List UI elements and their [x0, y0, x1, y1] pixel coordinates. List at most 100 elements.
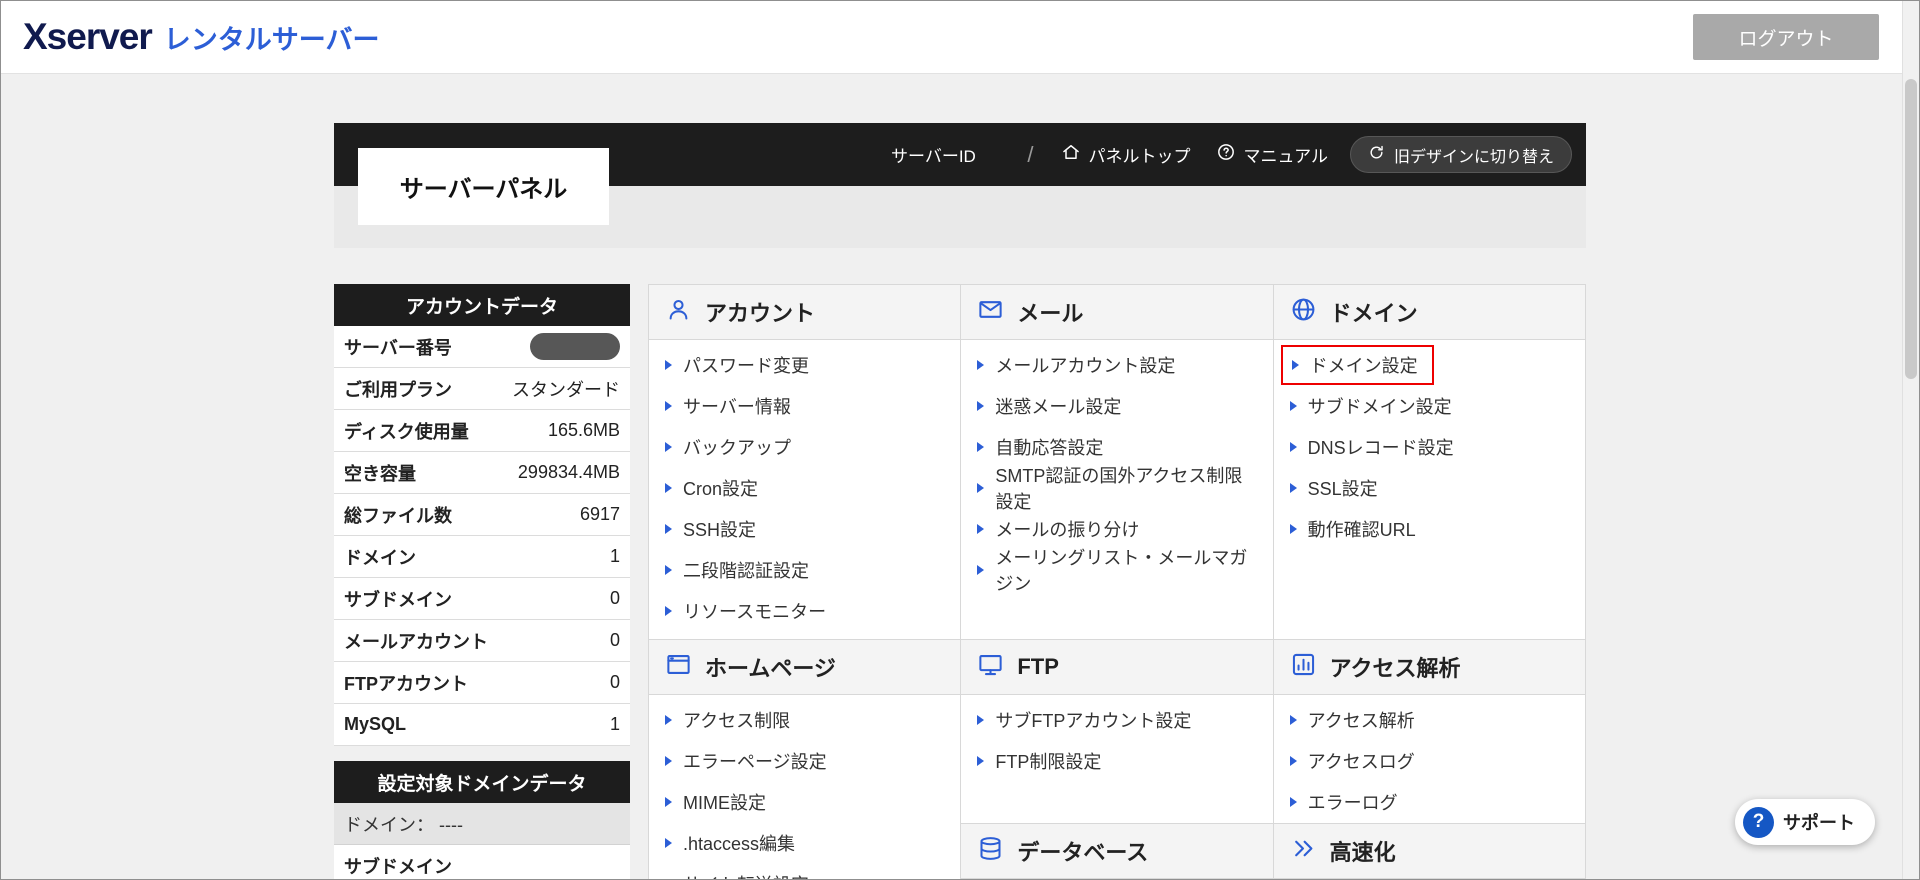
panel-title: サーバーパネル	[358, 148, 609, 225]
database-icon	[977, 835, 1004, 868]
support-button[interactable]: ? サポート	[1735, 799, 1875, 845]
item-arrow-icon	[665, 606, 672, 616]
menu-item-sub-ftp-account[interactable]: サブFTPアカウント設定	[977, 699, 1256, 740]
menu-item-mail-account[interactable]: メールアカウント設定	[977, 344, 1256, 385]
section-speed-title: 高速化	[1330, 835, 1396, 867]
menu-item-access-analysis[interactable]: アクセス解析	[1290, 699, 1569, 740]
server-id-label: サーバーID	[891, 142, 976, 167]
sidebar-row-free-space: 空き容量 299834.4MB	[334, 452, 630, 494]
menu-item-ssh[interactable]: SSH設定	[665, 508, 944, 549]
sidebar-row-ftp-account: FTPアカウント 0	[334, 662, 630, 704]
item-arrow-icon	[1290, 756, 1297, 766]
menu-column-1: アカウント パスワード変更 サーバー情報 バックアップ Cron設定 SSH設定…	[648, 284, 961, 880]
section-mail-title: メール	[1017, 296, 1083, 328]
panel-header-bar: サーバーパネル サーバーID / パネルトップ	[334, 123, 1586, 186]
monitor-icon	[977, 651, 1004, 684]
sidebar-row-mysql: MySQL 1	[334, 704, 630, 746]
speed-icon	[1290, 835, 1317, 868]
menu-item-htaccess[interactable]: .htaccess編集	[665, 822, 944, 863]
logout-button[interactable]: ログアウト	[1693, 14, 1879, 60]
mail-icon	[977, 296, 1004, 329]
scrollbar-thumb[interactable]	[1905, 79, 1917, 379]
sidebar-row-file-count: 総ファイル数 6917	[334, 494, 630, 536]
bar-chart-icon	[1290, 651, 1317, 684]
menu-item-password-change[interactable]: パスワード変更	[665, 344, 944, 385]
menu-item-dns-record[interactable]: DNSレコード設定	[1290, 426, 1569, 467]
sidebar-row-domain: ドメイン 1	[334, 536, 630, 578]
item-arrow-icon	[977, 483, 984, 493]
section-access-analysis: アクセス解析 アクセス解析 アクセスログ エラーログ	[1274, 639, 1585, 823]
menu-item-ftp-restriction[interactable]: FTP制限設定	[977, 740, 1256, 781]
logo-text-secondary: レンタルサーバー	[164, 18, 380, 57]
menu-item-spam-mail[interactable]: 迷惑メール設定	[977, 385, 1256, 426]
item-arrow-icon	[665, 565, 672, 575]
xserver-logo: Xserver レンタルサーバー	[23, 16, 380, 58]
domain-setting-highlight-box: ドメイン設定	[1281, 345, 1434, 385]
top-bar: Xserver レンタルサーバー ログアウト	[1, 1, 1919, 74]
menu-item-backup[interactable]: バックアップ	[665, 426, 944, 467]
manual-label: マニュアル	[1243, 142, 1328, 167]
menu-item-check-url[interactable]: 動作確認URL	[1290, 508, 1569, 549]
menu-item-subdomain-setting[interactable]: サブドメイン設定	[1290, 385, 1569, 426]
sidebar-row-server-number: サーバー番号	[334, 326, 630, 368]
question-icon	[1216, 142, 1236, 167]
item-arrow-icon	[1290, 715, 1297, 725]
menu-column-3: ドメイン ドメイン設定 サブドメイン設定 DNSレコード設定	[1274, 284, 1586, 880]
refresh-icon	[1368, 144, 1385, 166]
item-arrow-icon	[1290, 401, 1297, 411]
item-arrow-icon	[977, 715, 984, 725]
target-subdomain-row: サブドメイン	[334, 845, 630, 880]
menu-item-ssl-setting[interactable]: SSL設定	[1290, 467, 1569, 508]
item-arrow-icon	[665, 360, 672, 370]
menu-item-smtp-restriction[interactable]: SMTP認証の国外アクセス制限設定	[977, 467, 1256, 508]
menu-column-2: メール メールアカウント設定 迷惑メール設定 自動応答設定 SMTP認証の国外ア…	[961, 284, 1273, 880]
section-access-title: アクセス解析	[1330, 651, 1461, 683]
menu-item-mime[interactable]: MIME設定	[665, 781, 944, 822]
divider-slash: /	[1027, 142, 1033, 168]
sidebar-row-mail-account: メールアカウント 0	[334, 620, 630, 662]
menu-item-two-factor[interactable]: 二段階認証設定	[665, 549, 944, 590]
menu-item-error-page[interactable]: エラーページ設定	[665, 740, 944, 781]
menu-item-error-log[interactable]: エラーログ	[1290, 781, 1569, 822]
switch-design-button[interactable]: 旧デザインに切り替え	[1350, 136, 1572, 173]
section-ftp: FTP サブFTPアカウント設定 FTP制限設定	[961, 639, 1272, 823]
item-arrow-icon	[665, 756, 672, 766]
target-domain-header: 設定対象ドメインデータ	[334, 761, 630, 803]
globe-icon	[1290, 296, 1317, 329]
sidebar-row-disk-usage: ディスク使用量 165.6MB	[334, 410, 630, 452]
section-speed-header: 高速化	[1274, 823, 1585, 879]
section-homepage-header: ホームページ	[649, 639, 960, 695]
support-question-icon: ?	[1743, 807, 1774, 838]
item-arrow-icon	[665, 524, 672, 534]
item-arrow-icon	[1290, 483, 1297, 493]
menu-item-access-restriction[interactable]: アクセス制限	[665, 699, 944, 740]
menu-item-resource-monitor[interactable]: リソースモニター	[665, 590, 944, 631]
item-arrow-icon	[665, 442, 672, 452]
content-area: サーバーパネル サーバーID / パネルトップ	[334, 123, 1586, 880]
menu-item-domain-setting[interactable]: ドメイン設定	[1290, 344, 1569, 385]
item-arrow-icon	[977, 756, 984, 766]
menu-item-site-transfer[interactable]: サイト転送設定	[665, 863, 944, 880]
target-domain-row: ドメイン： ----	[334, 803, 630, 845]
item-arrow-icon	[1290, 797, 1297, 807]
item-arrow-icon	[977, 565, 984, 575]
panel-top-link[interactable]: パネルトップ	[1061, 142, 1190, 167]
menu-item-server-info[interactable]: サーバー情報	[665, 385, 944, 426]
home-icon	[1061, 142, 1081, 167]
item-arrow-icon	[977, 524, 984, 534]
menu-item-access-log[interactable]: アクセスログ	[1290, 740, 1569, 781]
vertical-scrollbar[interactable]	[1902, 1, 1919, 879]
section-mail-header: メール	[961, 284, 1272, 340]
section-database-title: データベース	[1017, 835, 1148, 867]
section-access-header: アクセス解析	[1274, 639, 1585, 695]
sidebar-row-subdomain: サブドメイン 0	[334, 578, 630, 620]
item-arrow-icon	[977, 442, 984, 452]
menu-item-mailing-list[interactable]: メーリングリスト・メールマガジン	[977, 549, 1256, 590]
section-database: データベース	[961, 823, 1272, 880]
item-arrow-icon	[665, 797, 672, 807]
menu-item-cron[interactable]: Cron設定	[665, 467, 944, 508]
item-arrow-icon	[1290, 524, 1297, 534]
manual-link[interactable]: マニュアル	[1216, 142, 1328, 167]
section-account-title: アカウント	[705, 296, 815, 328]
item-arrow-icon	[977, 360, 984, 370]
